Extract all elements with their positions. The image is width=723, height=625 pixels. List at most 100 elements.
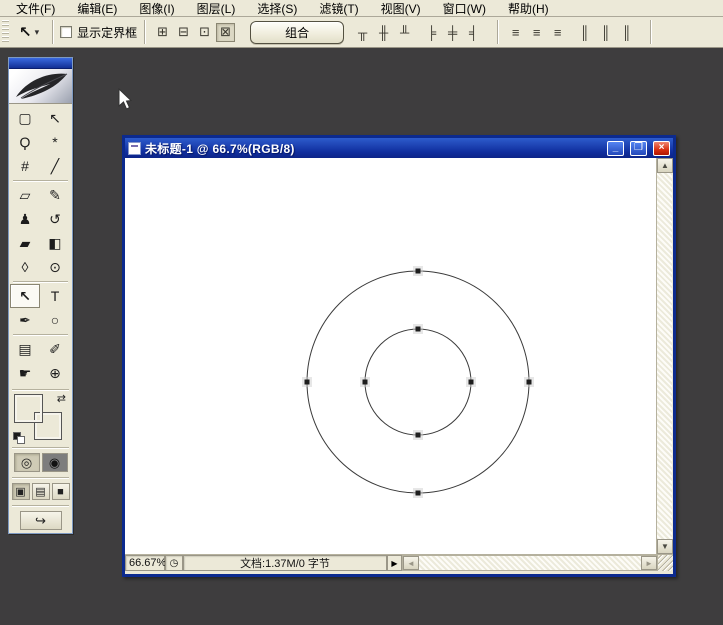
pen-tool-icon[interactable]: ✒	[10, 308, 40, 332]
crop-tool-icon[interactable]: #	[10, 154, 40, 178]
distribute-right-icon[interactable]: ║	[617, 23, 636, 42]
align-right-icon[interactable]: ╡	[464, 23, 483, 42]
separator	[650, 20, 652, 44]
distribute-top-icon[interactable]: ≡	[506, 23, 525, 42]
menu-edit[interactable]: 编辑(E)	[67, 0, 127, 18]
current-tool-button[interactable]: ↖ ▾	[13, 21, 45, 43]
move-tool-icon[interactable]: ↖	[40, 106, 70, 130]
close-button[interactable]: ×	[653, 140, 670, 156]
align-group-vertical: ╞ ╪ ╡	[421, 23, 484, 42]
menu-file[interactable]: 文件(F)	[6, 0, 65, 18]
timer-icon[interactable]: ◷	[165, 555, 183, 571]
subtract-shape-area-icon[interactable]: ⊟	[174, 23, 193, 42]
document-size-info[interactable]: 文档:1.37M/0 字节	[183, 555, 387, 571]
align-bottom-icon[interactable]: ╨	[395, 23, 414, 42]
scroll-up-icon[interactable]: ▲	[657, 158, 673, 173]
menu-layer[interactable]: 图层(L)	[187, 0, 246, 18]
minimize-button[interactable]: _	[607, 140, 624, 156]
align-top-icon[interactable]: ╥	[353, 23, 372, 42]
eraser-tool-icon[interactable]: ▰	[10, 231, 40, 255]
type-tool-icon[interactable]: T	[40, 284, 70, 308]
jump-to-imageready-icon[interactable]: ↪	[19, 511, 62, 530]
fullscreen-mode-icon[interactable]: ■	[51, 483, 70, 500]
path-selection-tool-icon: ↖	[19, 24, 32, 41]
hand-tool-icon[interactable]: ☛	[10, 361, 40, 385]
document-title: 未标题-1 @ 66.7%(RGB/8)	[145, 141, 295, 156]
path-selection-tool-icon[interactable]: ↖	[10, 284, 40, 308]
fullscreen-with-menubar-icon[interactable]: ▤	[31, 483, 50, 500]
menu-filter[interactable]: 滤镜(T)	[309, 0, 368, 18]
show-bounding-box-option[interactable]: 显示定界框	[60, 24, 137, 41]
circle-paths[interactable]	[125, 158, 656, 554]
brush-tool-icon[interactable]: ✎	[40, 183, 70, 207]
tool-grid: ▢ ↖ Ϙ * # ╱ ▱ ✎ ♟ ↺ ▰ ◧ ◊ ⊙ ↖ T ✒ ○ ▤ ✐ …	[9, 104, 72, 387]
lasso-tool-icon[interactable]: Ϙ	[10, 130, 40, 154]
separator	[497, 20, 499, 44]
swap-colors-icon[interactable]: ⇄	[57, 392, 66, 405]
healing-brush-tool-icon[interactable]: ▱	[10, 183, 40, 207]
magic-wand-tool-icon[interactable]: *	[40, 130, 70, 154]
scroll-right-icon[interactable]: ►	[641, 556, 657, 570]
combine-button[interactable]: 组合	[250, 20, 345, 44]
menu-help[interactable]: 帮助(H)	[498, 0, 559, 18]
add-shape-area-icon[interactable]: ⊞	[153, 23, 172, 42]
tool-options-bar: ↖ ▾ 显示定界框 ⊞ ⊟ ⊡ ⊠ 组合 ╥ ╫ ╨ ╞ ╪ ╡ ≡ ≡ ≡ ║…	[0, 17, 723, 48]
resize-grip[interactable]	[658, 555, 673, 571]
photoshop-feather-logo[interactable]	[9, 69, 72, 104]
scroll-down-icon[interactable]: ▼	[657, 539, 673, 554]
status-bar: 66.67% ◷ 文档:1.37M/0 字节 ▶ ◄ ►	[125, 554, 673, 571]
menu-select[interactable]: 选择(S)	[247, 0, 307, 18]
horizontal-scrollbar[interactable]: ◄ ►	[402, 555, 658, 571]
eyedropper-tool-icon[interactable]: ✐	[40, 337, 70, 361]
zoom-tool-icon[interactable]: ⊕	[40, 361, 70, 385]
dodge-tool-icon[interactable]: ⊙	[40, 255, 70, 279]
show-bounding-box-label: 显示定界框	[77, 25, 138, 40]
distribute-bottom-icon[interactable]: ≡	[548, 23, 567, 42]
color-selector: ⇄	[13, 393, 68, 445]
align-left-icon[interactable]: ╞	[422, 23, 441, 42]
rectangular-marquee-tool-icon[interactable]: ▢	[10, 106, 40, 130]
distribute-hcenter-icon[interactable]: ║	[596, 23, 615, 42]
menu-view[interactable]: 视图(V)	[371, 0, 431, 18]
clone-stamp-tool-icon[interactable]: ♟	[10, 207, 40, 231]
divider	[12, 477, 69, 478]
align-hcenter-icon[interactable]: ╪	[443, 23, 462, 42]
quick-mask-mode-icon[interactable]: ◉	[41, 453, 68, 472]
menu-bar: 文件(F) 编辑(E) 图像(I) 图层(L) 选择(S) 滤镜(T) 视图(V…	[0, 0, 723, 17]
standard-screen-mode-icon[interactable]: ▣	[11, 483, 30, 500]
shape-combine-group: ⊞ ⊟ ⊡ ⊠	[152, 22, 236, 42]
show-bounding-box-checkbox[interactable]	[60, 26, 73, 38]
menu-image[interactable]: 图像(I)	[129, 0, 184, 18]
ellipse-shape-tool-icon[interactable]: ○	[40, 308, 70, 332]
history-brush-tool-icon[interactable]: ↺	[40, 207, 70, 231]
standard-mode-icon[interactable]: ◎	[13, 453, 40, 472]
blur-tool-icon[interactable]: ◊	[10, 255, 40, 279]
intersect-shape-area-icon[interactable]: ⊡	[195, 23, 214, 42]
document-icon	[128, 141, 141, 155]
divider	[12, 505, 69, 506]
distribute-left-icon[interactable]: ║	[575, 23, 594, 42]
notes-tool-icon[interactable]: ▤	[10, 337, 40, 361]
separator	[52, 20, 54, 44]
status-menu-arrow-icon[interactable]: ▶	[387, 555, 402, 571]
maximize-button[interactable]: ❐	[630, 140, 647, 156]
exclude-shape-area-icon[interactable]: ⊠	[216, 22, 236, 42]
distribute-vcenter-icon[interactable]: ≡	[527, 23, 546, 42]
imageready-group: ↪	[9, 508, 72, 533]
canvas[interactable]	[125, 158, 656, 554]
options-bar-grip[interactable]	[2, 20, 9, 44]
default-colors-icon[interactable]	[13, 432, 27, 445]
divider	[12, 447, 69, 448]
align-group-horizontal: ╥ ╫ ╨	[352, 23, 415, 42]
zoom-level-field[interactable]: 66.67%	[125, 555, 166, 571]
document-title-bar[interactable]: 未标题-1 @ 66.7%(RGB/8) _ ❐ ×	[125, 138, 673, 158]
gradient-tool-icon[interactable]: ◧	[40, 231, 70, 255]
align-vcenter-icon[interactable]: ╫	[374, 23, 393, 42]
menu-window[interactable]: 窗口(W)	[433, 0, 496, 18]
slice-tool-icon[interactable]: ╱	[40, 154, 70, 178]
scroll-left-icon[interactable]: ◄	[403, 556, 419, 570]
toolbox-title-bar[interactable]	[9, 58, 72, 69]
foreground-color-swatch[interactable]	[14, 394, 43, 423]
screen-mode-group: ▣ ▤ ■	[9, 480, 72, 503]
vertical-scrollbar[interactable]: ▲ ▼	[656, 158, 673, 554]
